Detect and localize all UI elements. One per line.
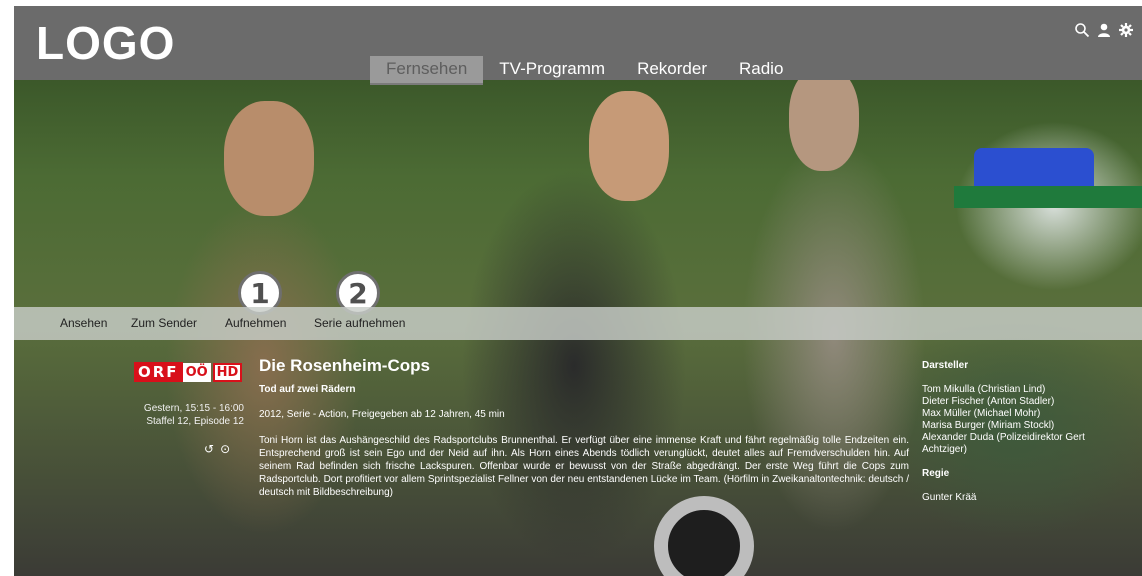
hd-badge: HD (212, 362, 243, 382)
go-to-channel-button[interactable]: Zum Sender (131, 316, 197, 330)
cast-member: Dieter Fischer (Anton Stadler) (922, 396, 1055, 407)
record-button[interactable]: Aufnehmen (225, 316, 286, 330)
program-description: Toni Horn ist das Aushängeschild des Rad… (259, 435, 909, 498)
app-frame: LOGO Fernsehen TV-Programm Rekorder Radi… (14, 6, 1142, 576)
cast-list: Tom Mikulla (Christian Lind) Dieter Fisc… (922, 384, 1092, 456)
season-episode: Staffel 12, Episode 12 (146, 416, 244, 427)
tab-tv-programm[interactable]: TV-Programm (483, 56, 621, 85)
logo[interactable]: LOGO (36, 16, 175, 70)
tab-fernsehen[interactable]: Fernsehen (370, 56, 484, 85)
record-dot-icon[interactable]: ⊙ (220, 442, 236, 456)
channel-logo: ORF OÖ HD (134, 362, 243, 382)
gear-icon[interactable] (1118, 22, 1134, 38)
tab-radio[interactable]: Radio (723, 56, 799, 85)
director-heading: Regie (922, 468, 950, 479)
cast-member: Tom Mikulla (Christian Lind) (922, 384, 1046, 395)
orf-label: ORF (134, 362, 183, 382)
tab-rekorder[interactable]: Rekorder (621, 56, 723, 85)
credits-panel: Darsteller Tom Mikulla (Christian Lind) … (922, 360, 1092, 504)
record-series-button[interactable]: Serie aufnehmen (314, 316, 405, 330)
main-nav: Fernsehen TV-Programm Rekorder Radio (370, 56, 799, 85)
cast-member: Marisa Burger (Miriam Stockl) (922, 420, 1055, 431)
cast-member: Max Müller (Michael Mohr) (922, 408, 1041, 419)
user-icon[interactable] (1096, 22, 1112, 38)
director-name: Gunter Krää (922, 492, 977, 503)
program-icons: ↺⊙ (204, 442, 236, 456)
cast-heading: Darsteller (922, 360, 969, 371)
program-meta: 2012, Serie - Action, Freigegeben ab 12 … (259, 409, 505, 420)
replay-icon[interactable]: ↺ (204, 442, 220, 456)
top-bar: LOGO Fernsehen TV-Programm Rekorder Radi… (14, 6, 1142, 85)
region-label: OÖ (182, 362, 211, 382)
watch-button[interactable]: Ansehen (60, 316, 107, 330)
program-title: Die Rosenheim-Cops (259, 356, 430, 375)
broadcast-time: Gestern, 15:15 - 16:00 (143, 403, 244, 414)
broadcast-info: Gestern, 15:15 - 16:00 Staffel 12, Episo… (116, 402, 244, 428)
header-icons (1074, 22, 1134, 38)
action-bar: Ansehen Zum Sender Aufnehmen Serie aufne… (14, 307, 1142, 340)
search-icon[interactable] (1074, 22, 1090, 38)
episode-title: Tod auf zwei Rädern (259, 384, 356, 395)
cast-member: Alexander Duda (Polizeidirektor Gert Ach… (922, 432, 1085, 455)
